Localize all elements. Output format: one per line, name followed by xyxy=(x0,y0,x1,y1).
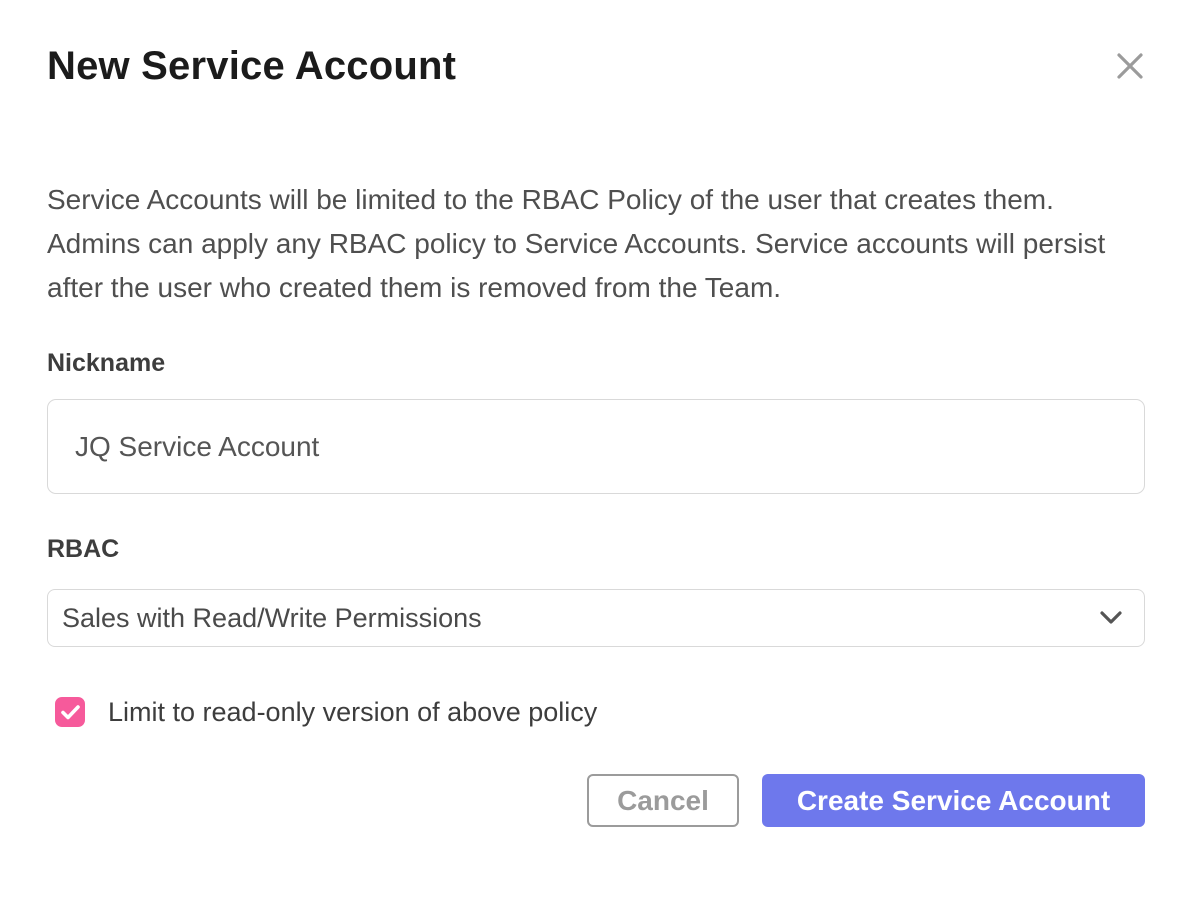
rbac-selected-value: Sales with Read/Write Permissions xyxy=(62,603,1100,634)
chevron-down-icon xyxy=(1100,611,1122,625)
page-title: New Service Account xyxy=(47,40,1145,92)
new-service-account-modal: New Service Account Service Accounts wil… xyxy=(0,0,1190,904)
readonly-checkbox-label: Limit to read-only version of above poli… xyxy=(108,697,597,728)
close-icon xyxy=(1115,51,1145,81)
checkmark-icon xyxy=(61,705,80,720)
nickname-input[interactable] xyxy=(47,399,1145,494)
close-button[interactable] xyxy=(1114,50,1146,82)
nickname-label: Nickname xyxy=(47,348,1145,378)
create-service-account-button[interactable]: Create Service Account xyxy=(762,774,1145,827)
modal-actions: Cancel Create Service Account xyxy=(47,774,1145,827)
readonly-checkbox[interactable] xyxy=(55,697,85,727)
rbac-select[interactable]: Sales with Read/Write Permissions xyxy=(47,589,1145,647)
rbac-label: RBAC xyxy=(47,534,1145,564)
modal-description: Service Accounts will be limited to the … xyxy=(47,178,1145,310)
cancel-button[interactable]: Cancel xyxy=(587,774,739,827)
readonly-checkbox-row: Limit to read-only version of above poli… xyxy=(55,695,1145,729)
